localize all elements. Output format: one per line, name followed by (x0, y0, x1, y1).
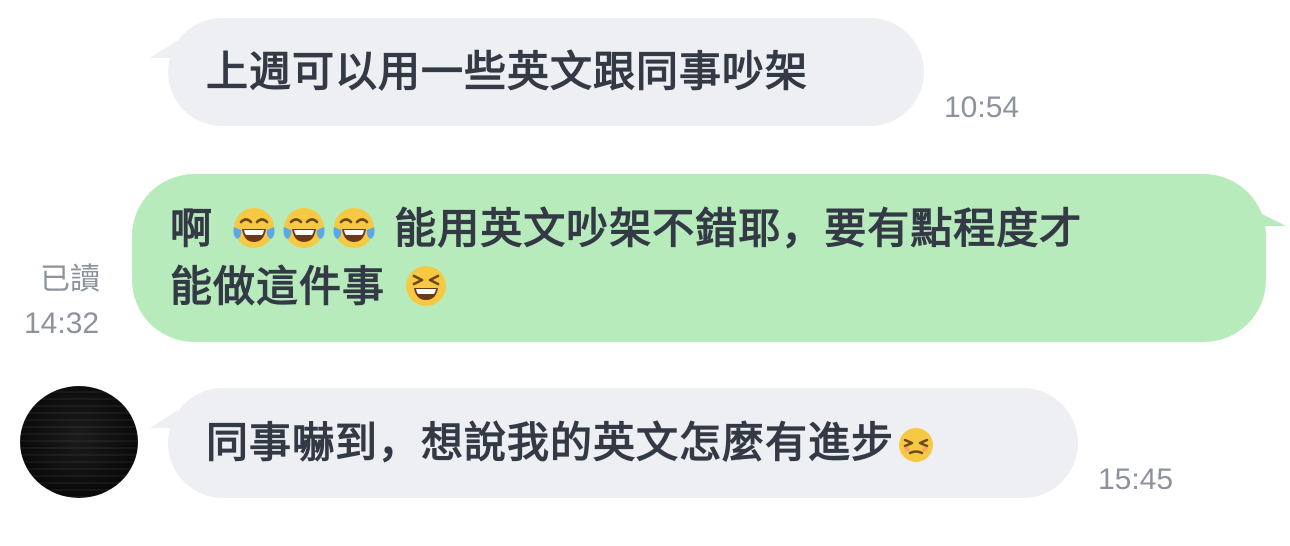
message-timestamp: 14:32 (24, 307, 100, 340)
message-text: 同事嚇到，想說我的英文怎麼有進步 (206, 418, 895, 467)
message-line: 能做這件事 (170, 258, 1236, 316)
message-text: 啊 (170, 204, 214, 253)
face-with-tears-of-joy-icon (331, 205, 377, 251)
message-text: 能用英文吵架不錯耶，要有點程度才 (394, 204, 1083, 253)
incoming-message-bubble[interactable]: 上週可以用一些英文跟同事吵架 (168, 18, 924, 126)
avatar[interactable] (20, 386, 138, 498)
face-with-tears-of-joy-icon (231, 205, 277, 251)
message-line: 啊 能用英文吵架不錯耶，要有點程度才 (170, 200, 1236, 258)
outgoing-message-bubble[interactable]: 啊 能用英文吵架不錯耶，要有點程度才 能做這件事 (132, 174, 1266, 342)
smirking-face-icon (896, 425, 936, 465)
message-text: 上週可以用一些英文跟同事吵架 (206, 47, 809, 96)
read-status: 已讀 (40, 263, 100, 296)
incoming-message-bubble[interactable]: 同事嚇到，想說我的英文怎麼有進步 (168, 388, 1078, 498)
grinning-squinting-face-icon (403, 263, 449, 309)
message-timestamp: 10:54 (944, 91, 1020, 124)
message-timestamp: 15:45 (1098, 463, 1174, 496)
message-text: 能做這件事 (170, 262, 386, 311)
face-with-tears-of-joy-icon (281, 205, 327, 251)
chat-view: 上週可以用一些英文跟同事吵架 10:54 已讀 14:32 啊 能用英文吵架不錯… (0, 0, 1290, 546)
